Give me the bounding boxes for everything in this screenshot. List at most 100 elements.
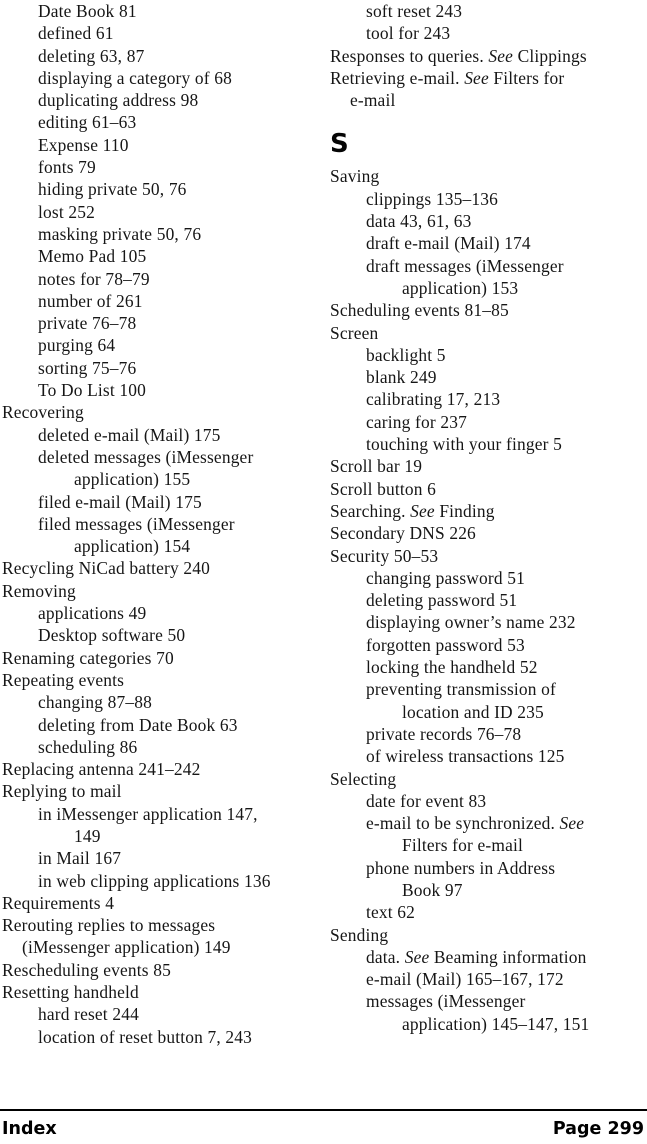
index-entry: Screen xyxy=(330,322,379,343)
index-column-right: soft reset 243 tool for 243 Responses to q… xyxy=(330,0,640,1035)
index-subentry: editing 61–63 xyxy=(38,112,137,133)
index-subentry: deleted e-mail (Mail) 175 xyxy=(38,424,221,445)
index-subentry: lost 252 xyxy=(38,201,95,222)
index-entry: Retrieving e-mail. See Filters for xyxy=(330,67,640,89)
index-subentry: private 76–78 xyxy=(38,313,137,334)
index-subentry: preventing transmission of xyxy=(366,679,556,700)
index-subentry: purging 64 xyxy=(38,335,116,356)
index-subentry: defined 61 xyxy=(38,23,114,44)
index-subentry: of wireless transactions 125 xyxy=(366,746,565,767)
index-entry: Selecting xyxy=(330,768,397,789)
index-entry: Scroll bar 19 xyxy=(330,456,423,477)
index-subentry: fonts 79 xyxy=(38,157,96,178)
index-subentry: draft e-mail (Mail) 174 xyxy=(366,233,531,254)
index-subentry: Date Book 81 xyxy=(38,1,137,21)
index-section-letter: S xyxy=(330,129,349,160)
index-entry: Repeating events xyxy=(2,669,125,690)
index-entry-text: data. xyxy=(366,946,405,967)
index-entry: Replacing antenna 241–242 xyxy=(2,759,201,780)
index-subentry: e-mail xyxy=(350,90,396,111)
index-subentry: deleting password 51 xyxy=(366,590,518,611)
index-subentry: in Mail 167 xyxy=(38,848,122,869)
index-subentry: applications 49 xyxy=(38,603,147,624)
footer-divider xyxy=(0,1109,647,1111)
index-entry: Renaming categories 70 xyxy=(2,647,174,668)
index-subentry: caring for 237 xyxy=(366,411,467,432)
see-reference: See xyxy=(410,500,435,521)
index-subentry: notes for 78–79 xyxy=(38,268,150,289)
index-subentry: Book 97 xyxy=(402,879,463,900)
index-entry: Secondary DNS 226 xyxy=(330,523,476,544)
index-subentry: deleting from Date Book 63 xyxy=(38,714,238,735)
index-subentry: hard reset 244 xyxy=(38,1004,139,1025)
footer-section-label: Index xyxy=(2,1119,57,1139)
index-subentry: touching with your finger 5 xyxy=(366,434,562,455)
index-subentry: application) 145–147, 151 xyxy=(402,1013,590,1034)
index-column-left: Date Book 81 defined 61 deleting 63, 87 dis… xyxy=(2,0,312,1048)
index-entry: Security 50–53 xyxy=(330,545,439,566)
index-subentry: hiding private 50, 76 xyxy=(38,179,187,200)
index-subentry: text 62 xyxy=(366,902,416,923)
index-subentry: in web clipping applications 136 xyxy=(38,870,271,891)
index-subentry: Desktop software 50 xyxy=(38,625,186,646)
index-entry: Rescheduling events 85 xyxy=(2,959,172,980)
index-subentry: application) 154 xyxy=(74,536,191,557)
index-subentry: clippings 135–136 xyxy=(366,188,498,209)
index-subentry: private records 76–78 xyxy=(366,723,522,744)
index-entry: Resetting handheld xyxy=(2,982,139,1003)
index-subentry: locking the handheld 52 xyxy=(366,657,538,678)
index-entry-text: Responses to queries. xyxy=(330,45,489,66)
index-subentry: soft reset 243 xyxy=(366,1,463,21)
index-entry: Replying to mail xyxy=(2,781,122,802)
index-subentry: Memo Pad 105 xyxy=(38,246,147,267)
index-entry: Sending xyxy=(330,924,389,945)
index-subentry: displaying a category of 68 xyxy=(38,67,233,88)
index-subentry: changing password 51 xyxy=(366,567,526,588)
index-entry: Removing xyxy=(2,580,76,601)
footer-page-number: Page 299 xyxy=(552,1119,644,1139)
index-subentry: filed messages (iMessenger xyxy=(38,513,235,534)
index-subentry: in iMessenger application 147, xyxy=(38,803,258,824)
index-subentry: duplicating address 98 xyxy=(38,90,199,111)
index-subentry: (iMessenger application) 149 xyxy=(22,937,231,958)
index-subentry: deleting 63, 87 xyxy=(38,45,145,66)
index-entry-text: Finding xyxy=(434,500,495,521)
index-subentry: calibrating 17, 213 xyxy=(366,389,501,410)
index-entry: Requirements 4 xyxy=(2,892,115,913)
index-subentry: data. See Beaming information xyxy=(366,946,640,968)
index-subentry: forgotten password 53 xyxy=(366,634,525,655)
index-entry: Scroll button 6 xyxy=(330,478,436,499)
index-entry: Recovering xyxy=(2,402,84,423)
index-entry-text: Retrieving e-mail. xyxy=(330,67,465,88)
see-reference: See xyxy=(464,67,489,88)
index-subentry: data 43, 61, 63 xyxy=(366,211,472,232)
index-subentry: date for event 83 xyxy=(366,790,487,811)
index-subentry: application) 155 xyxy=(74,469,191,490)
index-entry: Searching. See Finding xyxy=(330,500,640,522)
index-subentry: changing 87–88 xyxy=(38,692,153,713)
index-subentry: displaying owner’s name 232 xyxy=(366,612,576,633)
index-subentry: number of 261 xyxy=(38,290,143,311)
index-subentry: draft messages (iMessenger xyxy=(366,255,564,276)
index-subentry: Expense 110 xyxy=(38,134,129,155)
see-reference: See xyxy=(488,45,514,66)
index-entry-text: Beaming information xyxy=(429,946,587,967)
index-subentry: deleted messages (iMessenger xyxy=(38,446,254,467)
index-subentry: Filters for e-mail xyxy=(402,835,523,856)
index-entry: Rerouting replies to messages xyxy=(2,915,216,936)
index-subentry: application) 153 xyxy=(402,277,519,298)
index-entry: Recycling NiCad battery 240 xyxy=(2,558,211,579)
index-entry: Responses to queries. See Clippings xyxy=(330,45,640,67)
index-subentry: 149 xyxy=(74,825,101,846)
index-entry: Scheduling events 81–85 xyxy=(330,300,509,321)
index-entry-text: Clippings xyxy=(513,45,587,66)
index-subentry: e-mail to be synchronized. See xyxy=(366,812,640,834)
index-subentry: tool for 243 xyxy=(366,23,451,44)
index-entry-text: Searching. xyxy=(330,500,411,521)
index-page: Date Book 81 defined 61 deleting 63, 87 dis… xyxy=(0,0,647,1144)
index-subentry: backlight 5 xyxy=(366,344,446,365)
index-entry-text: Filters for xyxy=(488,67,565,88)
index-subentry: blank 249 xyxy=(366,367,437,388)
index-subentry: location of reset button 7, 243 xyxy=(38,1026,253,1047)
index-subentry: location and ID 235 xyxy=(402,701,544,722)
